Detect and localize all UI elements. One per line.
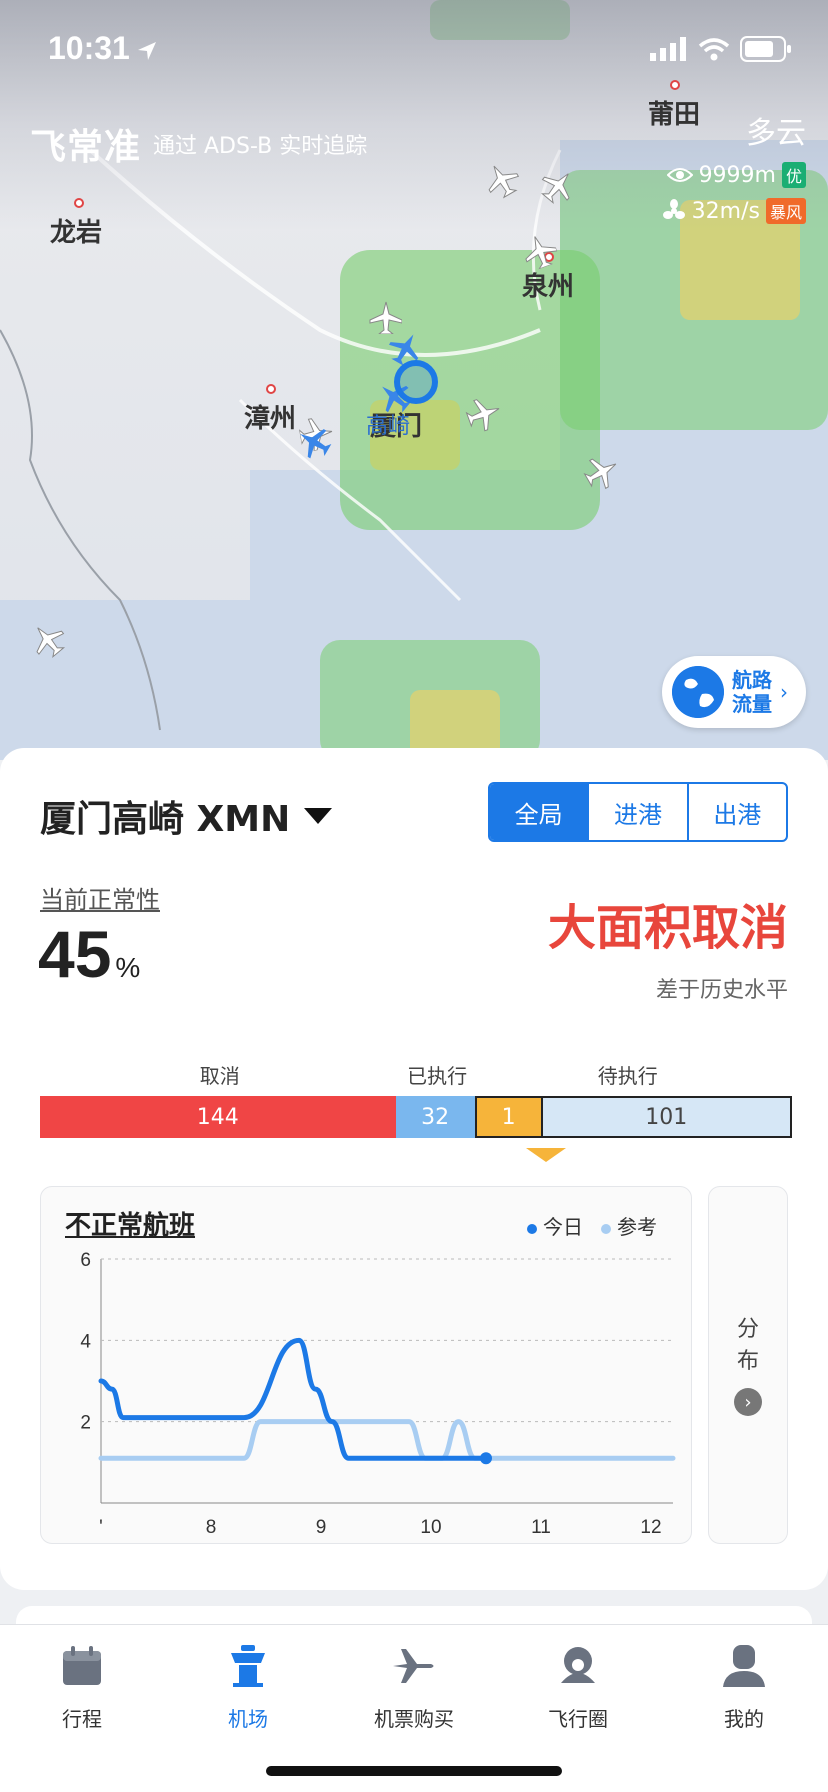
wifi-icon <box>698 38 730 61</box>
route-flow-label: 航路 流量 <box>732 668 772 716</box>
chart-legend: 今日 参考 <box>527 1211 657 1240</box>
airport-location-marker[interactable] <box>394 360 438 404</box>
chart-title[interactable]: 不正常航班 <box>65 1205 195 1242</box>
tab-overall[interactable]: 全局 <box>490 784 590 840</box>
flight-status-bar: 144 32 1 101 <box>40 1096 792 1138</box>
normality-comparison: 差于历史水平 <box>655 978 788 1003</box>
legend-dot-icon <box>527 1223 537 1234</box>
bar-pointer-icon <box>526 1148 566 1162</box>
tab-arrivals[interactable]: 进港 <box>589 784 689 840</box>
airport-map-label: 高崎 <box>366 414 411 439</box>
normality-label[interactable]: 当前正常性 <box>40 880 160 915</box>
tab-profile[interactable]: 我的 <box>684 1643 804 1732</box>
tab-tickets[interactable]: 机票购买 <box>354 1643 474 1732</box>
airport-selector[interactable]: 厦门高崎 XMN <box>40 790 333 842</box>
executed-label: 已执行 <box>407 1064 468 1088</box>
city-dot <box>74 198 84 208</box>
distribution-button[interactable]: 分 布 › <box>708 1186 788 1544</box>
normality-value: 45% <box>38 917 141 991</box>
y-tick-label: 4 <box>80 1331 91 1352</box>
wind-tag: 暴风 <box>765 198 806 224</box>
chevron-right-icon: › <box>780 680 788 704</box>
tab-flight-circle[interactable]: 飞行圈 <box>518 1643 638 1732</box>
brand-header: 飞常准 通过 ADS-B 实时追踪 <box>30 118 367 170</box>
globe-icon <box>672 666 724 718</box>
tab-trips[interactable]: 行程 <box>22 1643 142 1732</box>
tab-departures[interactable]: 出港 <box>689 784 786 840</box>
tab-airport[interactable]: 机场 <box>188 1643 308 1732</box>
calendar-icon <box>63 1646 101 1685</box>
series-line-reference <box>98 1419 676 1461</box>
brand-subtitle: 通过 ADS-B 实时追踪 <box>153 134 368 159</box>
visibility-row: 9999m 优 <box>662 162 806 188</box>
distribution-label: 分 布 <box>736 1317 759 1374</box>
airport-card: 厦门高崎 XMN 全局 进港 出港 当前正常性 45% 大面积取消 差于历史水平… <box>0 748 828 1590</box>
pending-segment[interactable]: 101 <box>542 1096 792 1138</box>
wind-value: 32m/s <box>691 198 760 224</box>
cancelled-segment[interactable]: 144 <box>40 1096 396 1138</box>
city-label-putian: 莆田 <box>648 100 701 130</box>
line-chart: 2 4 6 ' 8 9 10 11 12 <box>80 1250 676 1538</box>
y-tick-label: 2 <box>80 1413 91 1434</box>
community-icon <box>561 1647 595 1683</box>
irregular-flights-chart[interactable]: 不正常航班 今日 参考 2 4 6 ' 8 9 10 11 12 <box>40 1186 692 1544</box>
legend-dot-icon <box>601 1223 611 1234</box>
city-label-longyan: 龙岩 <box>50 218 103 248</box>
map-view[interactable]: 10:31 飞常准 通过 ADS-B 实时追踪 多云 9999m 优 32m/s… <box>0 0 828 760</box>
executed-segment[interactable]: 32 <box>395 1096 475 1138</box>
brand-logo: 飞常准 <box>30 127 142 168</box>
direction-segmented-control: 全局 进港 出港 <box>488 782 788 842</box>
visibility-tag: 优 <box>781 162 806 188</box>
x-tick-label: 8 <box>206 1517 217 1538</box>
series-line-today <box>98 1337 489 1461</box>
x-tick-label: ' <box>99 1517 103 1538</box>
home-indicator <box>266 1766 562 1776</box>
wind-row: 32m/s 暴风 <box>662 198 806 224</box>
airplane-icon <box>393 1649 434 1683</box>
series-end-point <box>480 1452 492 1465</box>
user-icon <box>723 1645 765 1687</box>
airport-name: 厦门高崎 XMN <box>40 799 291 840</box>
wind-fan-icon <box>662 199 685 219</box>
x-tick-label: 10 <box>420 1517 441 1538</box>
legend-reference: 参考 <box>601 1211 657 1240</box>
caret-down-icon <box>304 808 333 824</box>
status-time: 10:31 <box>48 30 130 66</box>
city-dot <box>266 384 276 394</box>
status-bar: 10:31 <box>0 0 828 96</box>
signal-icon <box>650 37 686 61</box>
visibility-value: 9999m <box>698 162 776 188</box>
pending-label: 待执行 <box>597 1064 658 1088</box>
legend-today: 今日 <box>527 1211 583 1240</box>
x-tick-label: 9 <box>316 1517 327 1538</box>
route-flow-button[interactable]: 航路 流量 › <box>662 656 806 728</box>
y-tick-label: 6 <box>80 1250 91 1271</box>
normality-status: 大面积取消 <box>547 900 788 956</box>
battery-icon <box>740 36 791 62</box>
location-arrow-icon <box>138 42 156 60</box>
eye-icon <box>666 168 693 182</box>
x-tick-label: 11 <box>531 1517 551 1538</box>
city-dot <box>670 80 680 90</box>
highlight-segment[interactable]: 1 <box>474 1096 543 1138</box>
flight-bar-labels: 取消 已执行 待执行 <box>40 1060 792 1090</box>
control-tower-icon <box>231 1645 265 1687</box>
chevron-right-icon: › <box>734 1388 762 1416</box>
x-tick-label: 12 <box>640 1517 661 1538</box>
cancelled-label: 取消 <box>199 1064 240 1088</box>
city-label-zhangzhou: 漳州 <box>244 404 297 434</box>
